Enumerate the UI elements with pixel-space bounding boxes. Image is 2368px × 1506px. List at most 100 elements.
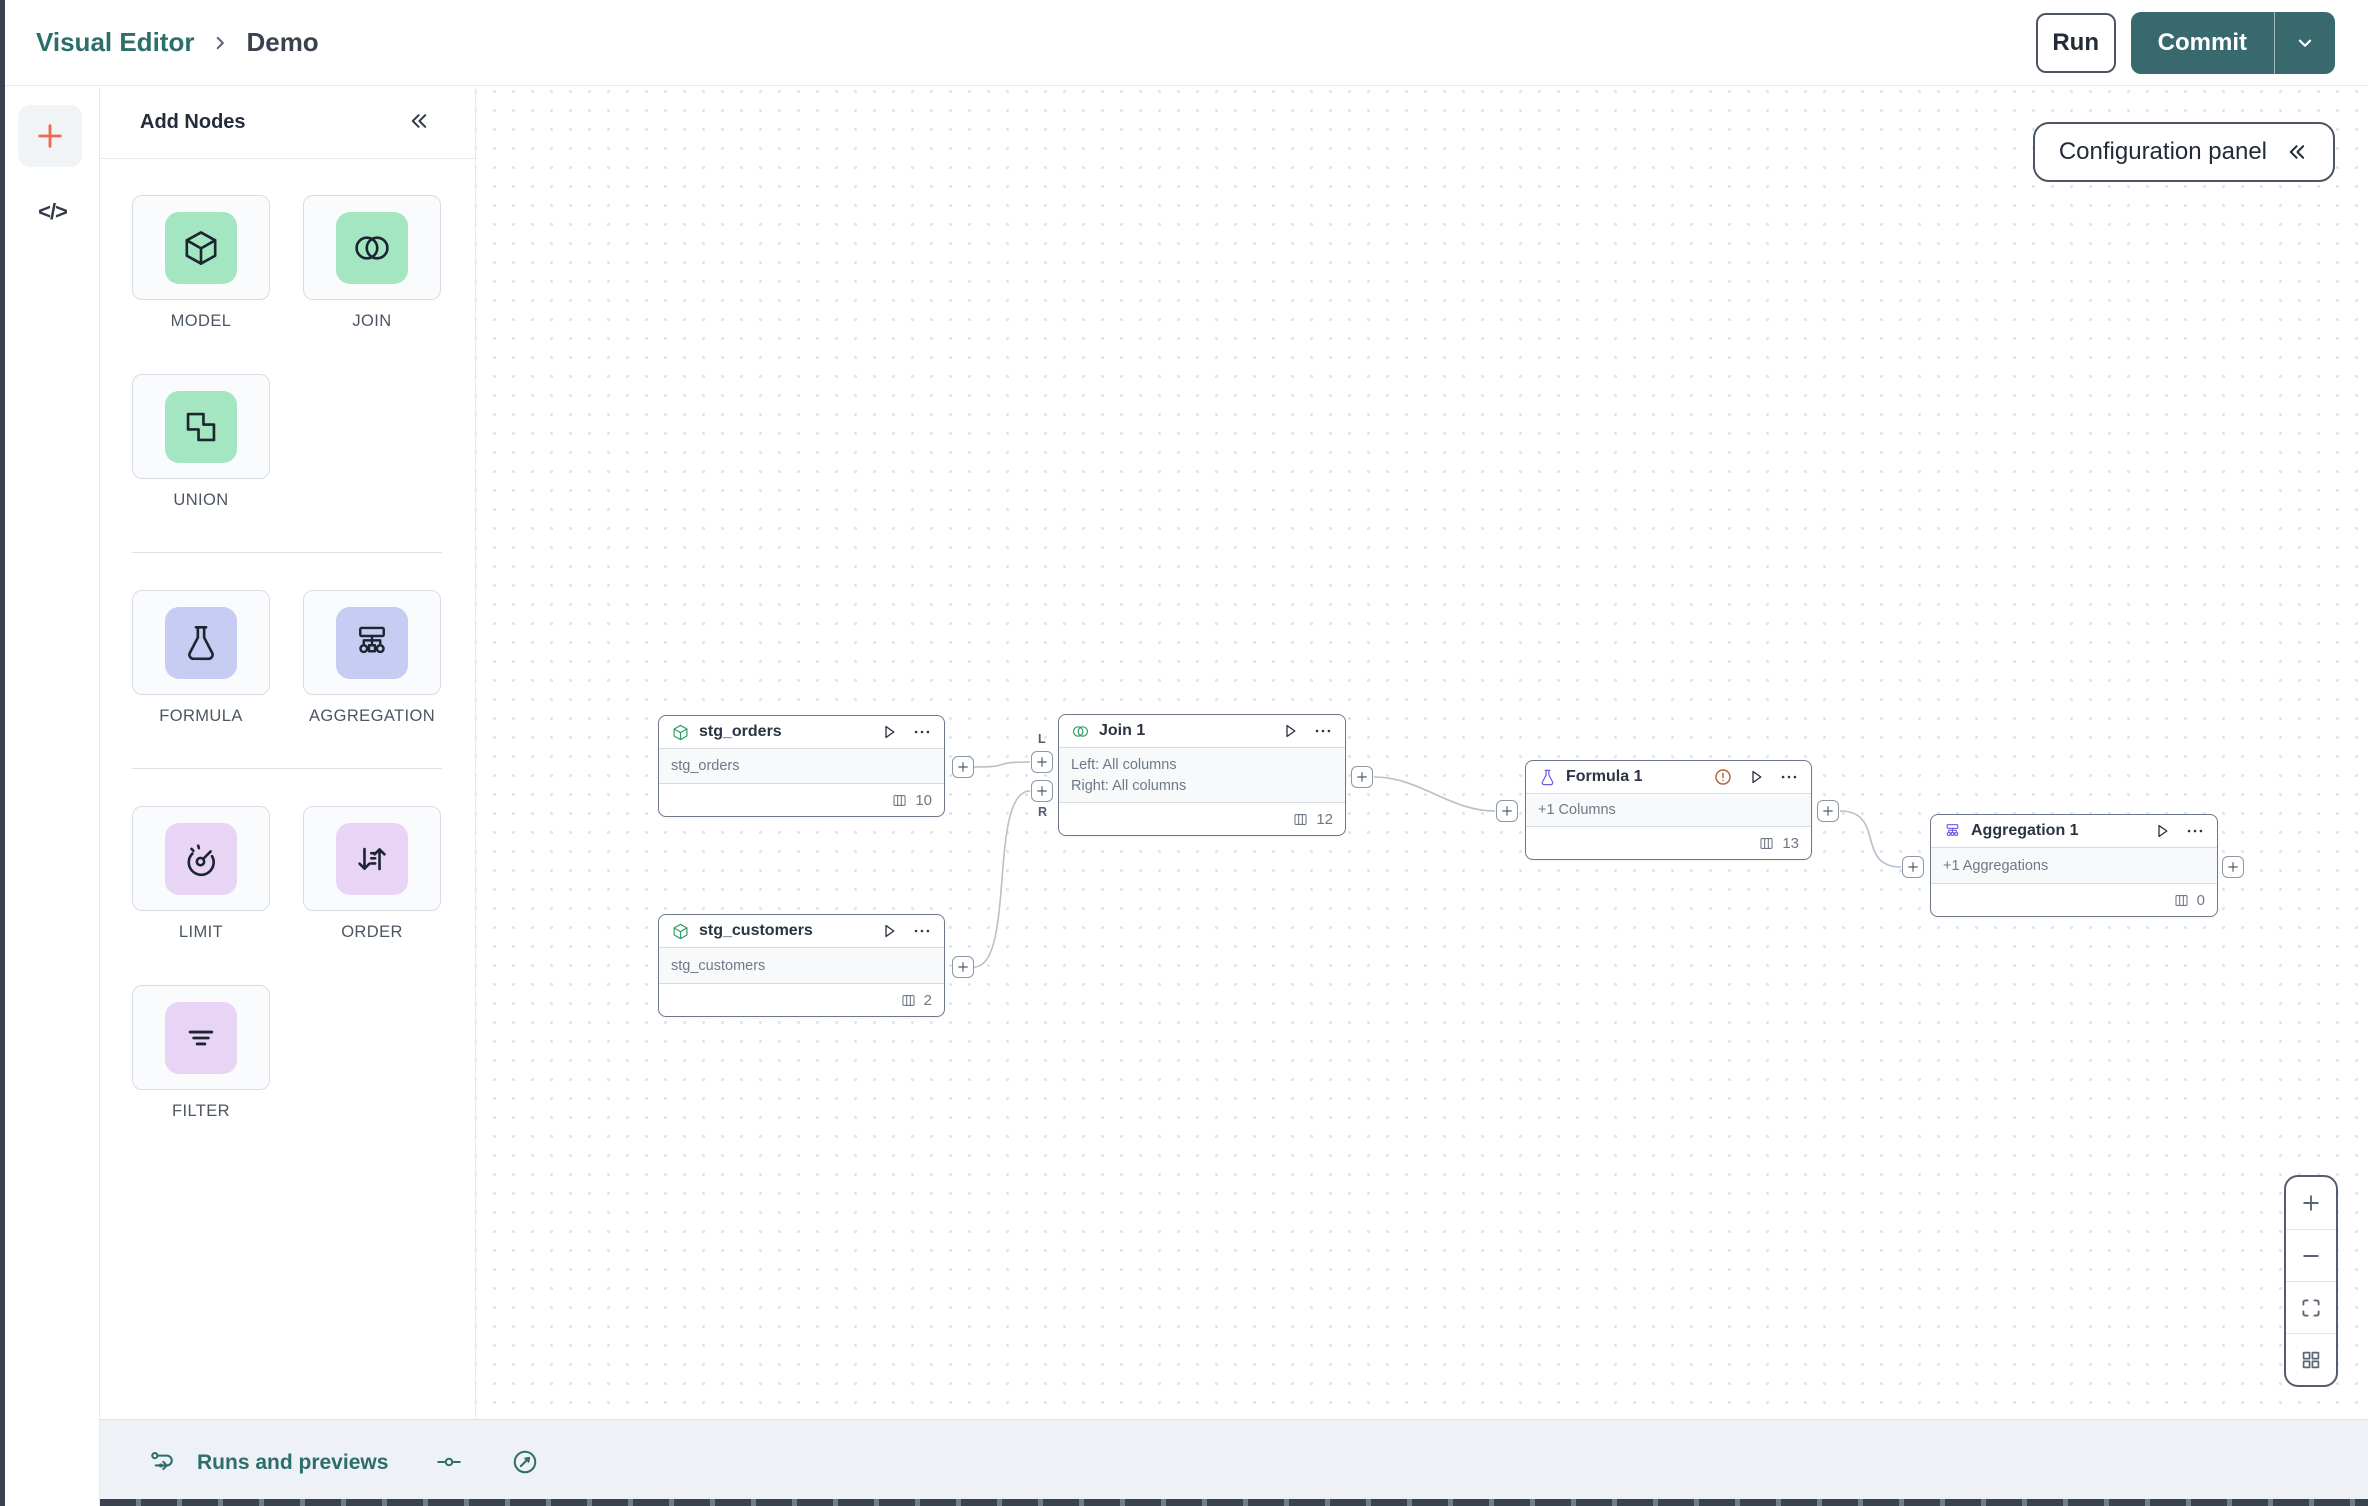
connector-port[interactable] <box>1496 800 1518 822</box>
connection-slider-button[interactable] <box>434 1447 464 1480</box>
ellipsis-icon[interactable] <box>1313 721 1333 741</box>
node-card-label: JOIN <box>352 312 392 330</box>
node-card-box <box>132 590 270 695</box>
node-card-join[interactable]: JOIN <box>303 195 441 331</box>
node-header: Aggregation 1 <box>1931 815 2217 848</box>
node-card-label: AGGREGATION <box>308 707 436 725</box>
play-icon[interactable] <box>879 722 899 742</box>
connector-port[interactable] <box>1031 780 1053 802</box>
node-body-line: +1 Aggregations <box>1943 857 2049 874</box>
commit-button[interactable]: Commit <box>2131 12 2274 74</box>
edge <box>973 790 1031 968</box>
connector-port[interactable] <box>1031 751 1053 773</box>
ellipsis-icon[interactable] <box>2185 821 2205 841</box>
compass-button[interactable] <box>510 1447 540 1480</box>
zoom-out-button[interactable] <box>2286 1229 2336 1281</box>
node-body-line: Left: All columns <box>1071 756 1177 773</box>
run-button[interactable]: Run <box>2035 12 2116 73</box>
node-footer: 0 <box>1931 884 2217 916</box>
connector-port[interactable] <box>2222 856 2244 878</box>
commit-button-group: Commit <box>2130 11 2335 74</box>
edge <box>1373 776 1496 812</box>
node-footer: 2 <box>659 984 944 1016</box>
connector-port[interactable] <box>1817 800 1839 822</box>
node-card-formula[interactable]: FORMULA <box>132 590 270 726</box>
node-card-label: ORDER <box>341 923 403 941</box>
pipeline-canvas[interactable]: Configuration panel stg_orders stg_orders… <box>476 87 2368 1419</box>
node-card-label: UNION <box>173 491 229 509</box>
canvas-node-formula-1[interactable]: Formula 1 +1 Columns 13 <box>1525 760 1812 860</box>
window-left-edge <box>0 0 5 1506</box>
collapse-panel-button[interactable] <box>407 109 431 136</box>
edge <box>1839 810 1902 868</box>
node-card-tile <box>165 390 237 463</box>
zoom-in-button[interactable] <box>2286 1177 2336 1229</box>
node-card-tile <box>336 822 408 895</box>
breadcrumb-app-link[interactable]: Visual Editor <box>36 27 194 58</box>
node-title: Formula 1 <box>1566 768 1643 785</box>
connector-port[interactable] <box>952 956 974 978</box>
play-icon[interactable] <box>1280 721 1300 741</box>
fit-view-icon <box>2299 1296 2323 1320</box>
ellipsis-icon[interactable] <box>912 921 932 941</box>
columns-icon <box>891 792 908 809</box>
play-icon[interactable] <box>2152 821 2172 841</box>
breadcrumb-page: Demo <box>246 27 319 57</box>
plus-icon <box>1035 755 1049 769</box>
node-body-line: Right: All columns <box>1071 777 1187 794</box>
code-view-button[interactable]: </> <box>5 195 100 229</box>
node-body-line: stg_customers <box>671 957 766 974</box>
ellipsis-icon[interactable] <box>1779 767 1799 787</box>
fit-view-button[interactable] <box>2286 1281 2336 1333</box>
port-label-l: L <box>1038 732 1046 746</box>
port-label-r: R <box>1038 805 1048 819</box>
canvas-node-join-1[interactable]: Join 1 Left: All columns Right: All column… <box>1058 714 1346 836</box>
node-header: Join 1 <box>1059 715 1345 748</box>
configuration-panel-label: Configuration panel <box>2058 138 2267 165</box>
panel-title: Add Nodes <box>140 111 246 133</box>
node-header: stg_orders <box>659 716 944 749</box>
node-body: stg_customers <box>659 948 944 984</box>
node-card-label: FORMULA <box>159 707 243 725</box>
ellipsis-icon[interactable] <box>912 722 932 742</box>
node-card-order[interactable]: ORDER <box>303 806 441 942</box>
node-title: stg_orders <box>699 723 782 740</box>
canvas-node-stg-customers[interactable]: stg_customers stg_customers 2 <box>658 914 945 1017</box>
plus-icon <box>1500 804 1514 818</box>
join-icon <box>1071 722 1090 741</box>
topbar-actions: Run Commit <box>2035 11 2335 74</box>
plus-icon <box>33 119 67 153</box>
canvas-node-aggregation-1[interactable]: Aggregation 1 +1 Aggregations 0 <box>1930 814 2218 917</box>
canvas-node-stg-orders[interactable]: stg_orders stg_orders 10 <box>658 715 945 817</box>
node-card-model[interactable]: MODEL <box>132 195 270 331</box>
column-count: 12 <box>1316 810 1333 828</box>
connector-port[interactable] <box>952 756 974 778</box>
compass-icon <box>510 1447 540 1477</box>
play-icon[interactable] <box>879 921 899 941</box>
node-header: Formula 1 <box>1526 761 1811 794</box>
columns-icon <box>2173 892 2190 909</box>
node-card-union[interactable]: UNION <box>132 374 270 510</box>
node-card-filter[interactable]: FILTER <box>132 985 270 1121</box>
add-node-button[interactable] <box>18 105 82 167</box>
node-body: +1 Aggregations <box>1931 848 2217 884</box>
sitemap-icon <box>1943 822 1962 841</box>
minimap-button[interactable] <box>2286 1333 2336 1385</box>
node-card-tile <box>336 606 408 679</box>
plus-icon <box>1355 770 1369 784</box>
node-card-box <box>132 985 270 1090</box>
play-icon[interactable] <box>1746 767 1766 787</box>
connector-port[interactable] <box>1902 856 1924 878</box>
configuration-panel-button[interactable]: Configuration panel <box>2032 122 2335 182</box>
node-body: Left: All columns Right: All columns <box>1059 748 1345 803</box>
column-count: 2 <box>923 991 932 1009</box>
group-divider <box>132 768 442 769</box>
runs-and-previews-toggle[interactable]: Runs and previews <box>148 1448 388 1479</box>
node-card-aggregation[interactable]: AGGREGATION <box>303 590 441 726</box>
node-card-label: LIMIT <box>178 923 224 941</box>
node-card-limit[interactable]: LIMIT <box>132 806 270 942</box>
commit-dropdown-button[interactable] <box>2275 12 2335 74</box>
connector-port[interactable] <box>1351 766 1373 788</box>
node-header: stg_customers <box>659 915 944 948</box>
node-card-label: FILTER <box>171 1102 230 1120</box>
